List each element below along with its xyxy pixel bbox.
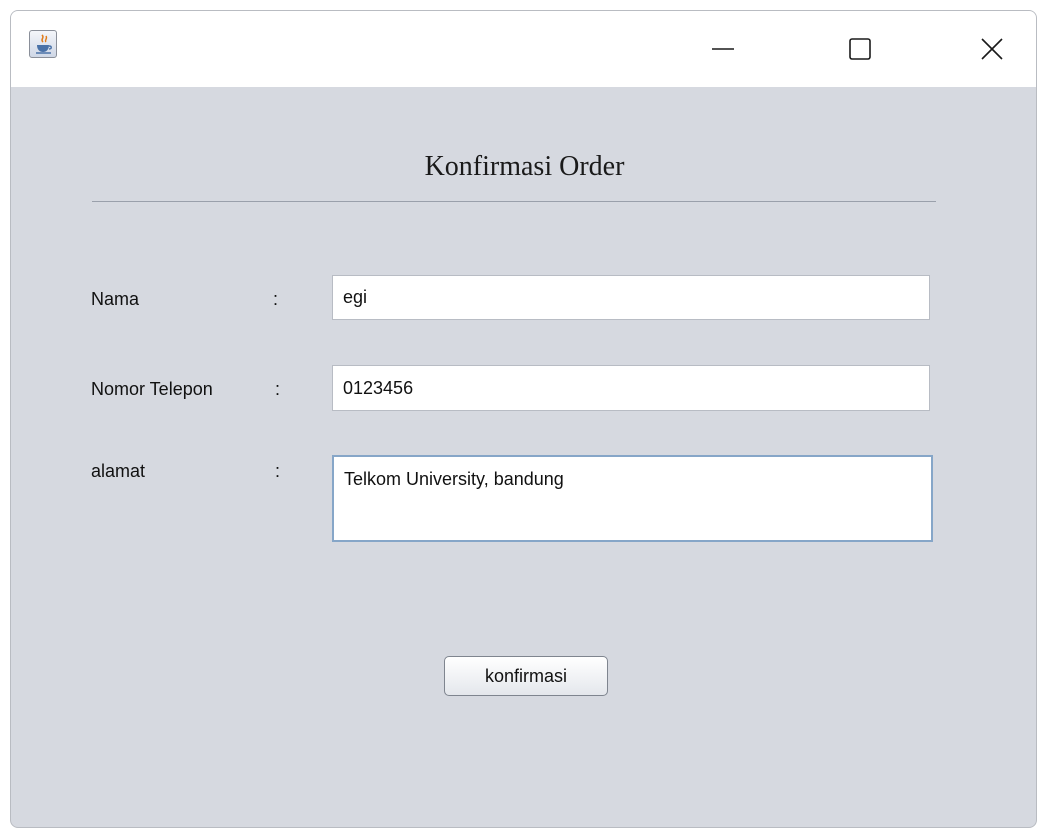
nama-label: Nama [91, 289, 140, 309]
maximize-icon [849, 38, 871, 60]
alamat-colon: : [275, 461, 281, 481]
maximize-button[interactable] [814, 11, 906, 87]
title-separator [92, 201, 936, 202]
telepon-colon: : [275, 379, 281, 399]
close-button[interactable] [946, 11, 1036, 87]
minimize-icon [712, 48, 734, 50]
konfirmasi-button[interactable]: konfirmasi [444, 656, 608, 696]
title-bar[interactable] [11, 11, 1036, 87]
java-icon[interactable] [29, 30, 57, 58]
telepon-label: Nomor Telepon [91, 379, 213, 399]
minimize-button[interactable] [677, 11, 769, 87]
nama-field[interactable] [332, 275, 930, 320]
telepon-field[interactable] [332, 365, 930, 411]
alamat-label: alamat [91, 461, 146, 481]
nama-colon: : [273, 289, 279, 309]
app-window: Konfirmasi Order Nama : Nomor Telepon : … [10, 10, 1037, 828]
alamat-textarea[interactable]: Telkom University, bandung [332, 455, 933, 542]
page-title: Konfirmasi Order [424, 151, 625, 182]
close-icon [981, 38, 1003, 60]
